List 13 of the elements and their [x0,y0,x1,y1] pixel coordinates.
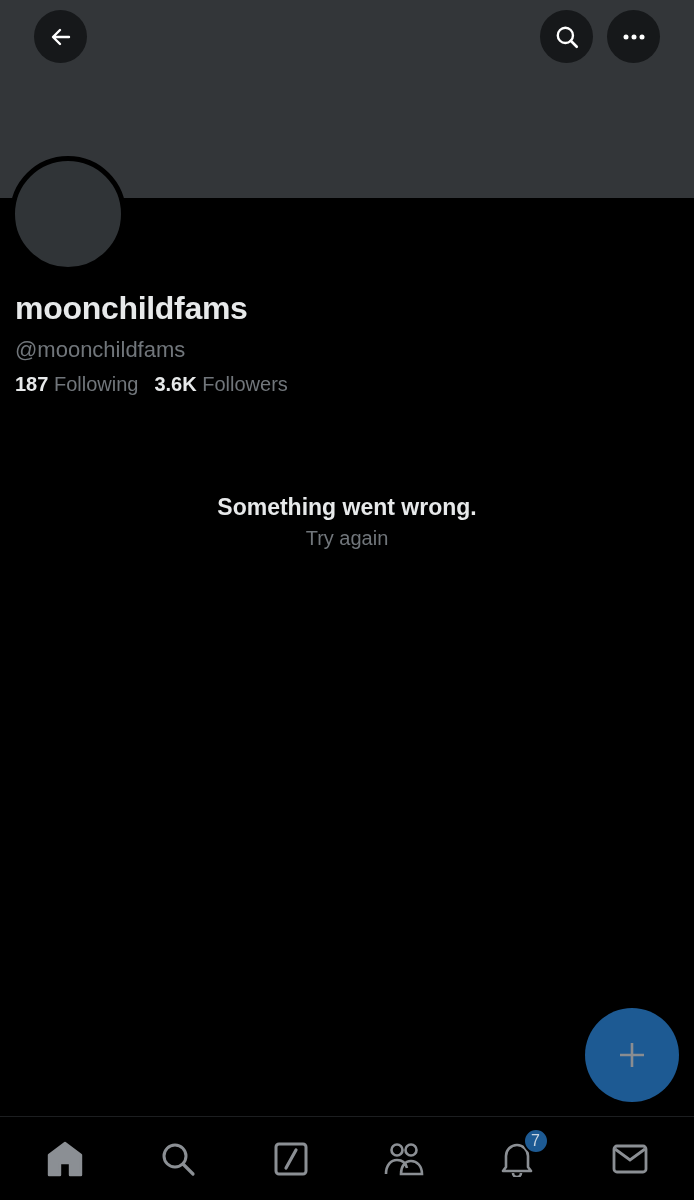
follow-stat-link[interactable]: 187 Following [15,373,139,396]
username: @moonchildfams [15,337,187,363]
more-button[interactable] [607,10,660,63]
notification-badge: 7 [522,1127,549,1154]
back-button[interactable] [34,10,87,63]
error-message: Something went wrong. [217,494,477,521]
follow-stat-link[interactable]: 3.6K Followers [154,373,288,396]
nav-tab[interactable]: 7 [476,1123,557,1194]
more-icon [621,32,646,41]
try-again-link[interactable]: Try again [305,527,389,550]
search-button[interactable] [540,10,593,63]
display-name: moonchildfams [15,290,249,327]
plus-icon [618,1041,646,1069]
